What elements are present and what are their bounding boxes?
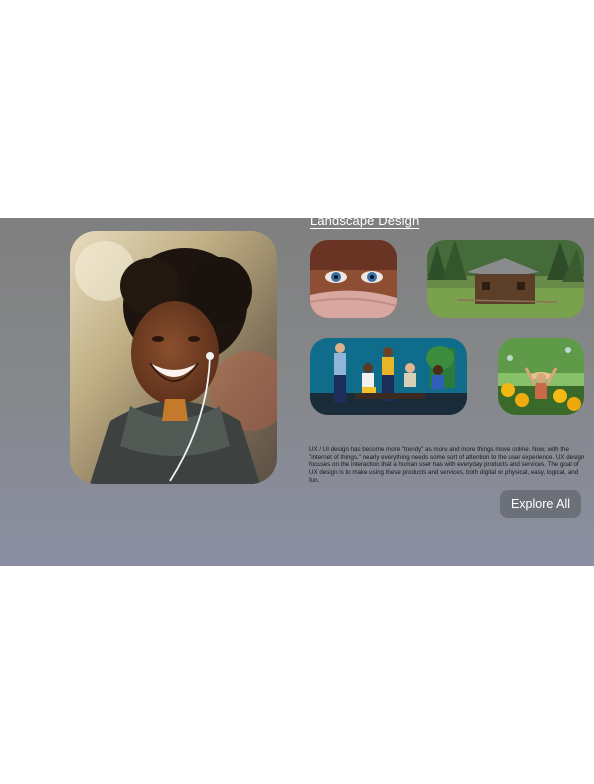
sunflower-photo bbox=[498, 338, 584, 415]
cabin-photo bbox=[427, 240, 584, 318]
hero-section: Landscape Design UX / UI design has beco… bbox=[0, 218, 594, 566]
section-description: UX / UI design has become more "trendy" … bbox=[309, 446, 585, 484]
section-heading[interactable]: Landscape Design bbox=[310, 218, 419, 228]
team-photo bbox=[310, 338, 467, 415]
eyes-photo bbox=[310, 240, 397, 318]
portrait-photo bbox=[70, 231, 277, 484]
explore-all-button[interactable]: Explore All bbox=[500, 490, 581, 518]
